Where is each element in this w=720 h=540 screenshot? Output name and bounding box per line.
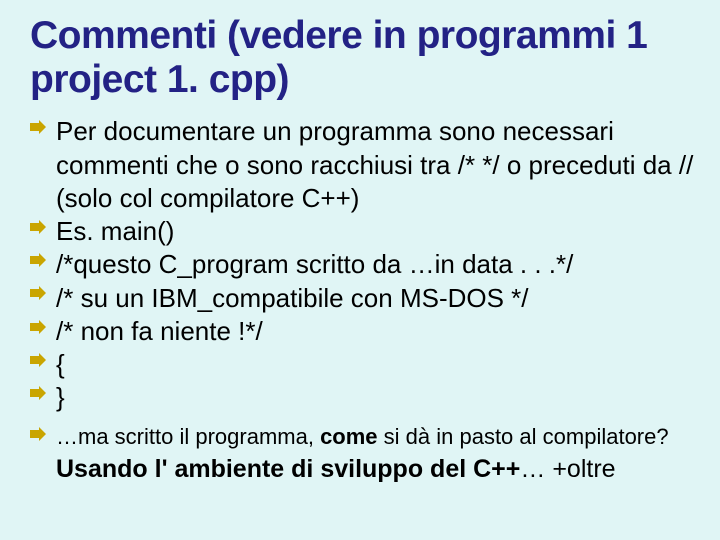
closing-line: Usando l' ambiente di sviluppo del C++… … <box>30 455 700 484</box>
bullet-icon <box>30 353 46 367</box>
bullet-text: /* non fa niente !*/ <box>56 316 263 346</box>
bullet-icon <box>30 220 46 234</box>
list-item: /* su un IBM_compatibile con MS-DOS */ <box>30 282 700 315</box>
slide-title: Commenti (vedere in programmi 1 project … <box>30 14 700 101</box>
bullet-icon <box>30 120 46 134</box>
footnote-suffix: si dà in pasto al compilatore? <box>378 424 669 449</box>
bullet-text: } <box>56 382 65 412</box>
footnote-prefix: …ma scritto il programma, <box>56 424 320 449</box>
list-item: /* non fa niente !*/ <box>30 315 700 348</box>
bullet-list: Per documentare un programma sono necess… <box>30 115 700 451</box>
closing-bold: Usando l' ambiente di sviluppo del C++ <box>56 455 520 483</box>
bullet-icon <box>30 253 46 267</box>
bullet-text: Es. main() <box>56 216 174 246</box>
list-item-footnote: …ma scritto il programma, come si dà in … <box>30 423 700 451</box>
bullet-icon <box>30 320 46 334</box>
list-item: } <box>30 381 700 414</box>
list-item: /*questo C_program scritto da …in data .… <box>30 248 700 281</box>
bullet-icon <box>30 286 46 300</box>
list-item: { <box>30 348 700 381</box>
bullet-icon <box>30 427 46 441</box>
bullet-text: /* su un IBM_compatibile con MS-DOS */ <box>56 283 529 313</box>
closing-rest: … +oltre <box>520 455 615 483</box>
bullet-icon <box>30 386 46 400</box>
bullet-text: Per documentare un programma sono necess… <box>56 116 693 213</box>
list-item: Es. main() <box>30 215 700 248</box>
bullet-text: { <box>56 349 65 379</box>
list-item: Per documentare un programma sono necess… <box>30 115 700 215</box>
footnote-bold: come <box>320 424 377 449</box>
slide: Commenti (vedere in programmi 1 project … <box>0 0 720 540</box>
bullet-text: /*questo C_program scritto da …in data .… <box>56 249 573 279</box>
